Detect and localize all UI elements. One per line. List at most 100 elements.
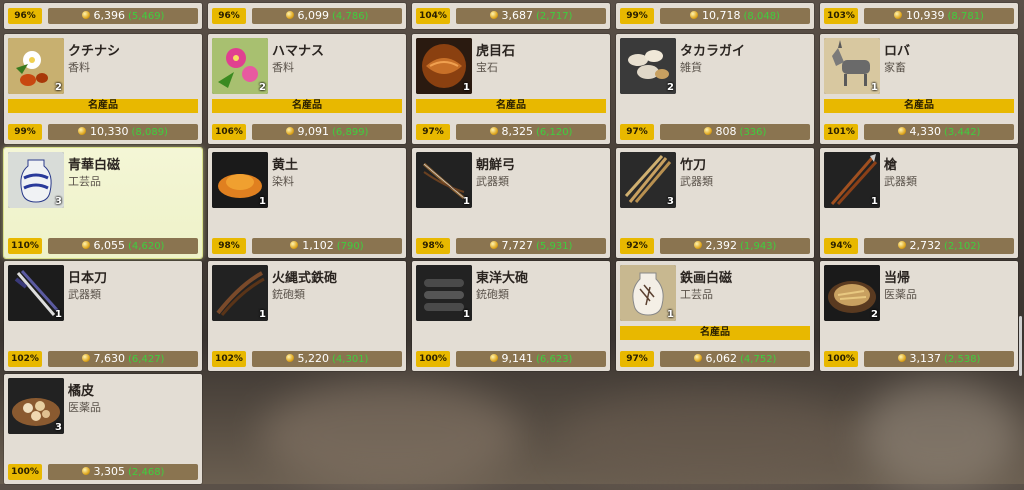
item-quantity: 3 bbox=[667, 196, 674, 207]
base-price-value: (4,752) bbox=[740, 354, 777, 365]
item-name: 黄土 bbox=[272, 158, 299, 173]
coin-icon bbox=[81, 354, 90, 362]
price-percent-badge: 102% bbox=[8, 351, 42, 367]
coin-icon bbox=[897, 127, 906, 135]
item-card[interactable]: 1 黄土染料 98% 1,102 (790) bbox=[208, 148, 406, 258]
base-price-value: (336) bbox=[739, 127, 767, 138]
cowrie-icon: 2 bbox=[620, 38, 676, 94]
coin-icon bbox=[81, 467, 90, 475]
price-box: 7,630 (6,427) bbox=[48, 351, 198, 367]
item-card[interactable]: 1 鉄画白磁 工芸品 名産品 97% 6,062 (4,752) bbox=[616, 261, 814, 371]
item-card[interactable]: 2 当帰 医薬品 100% 3,137 (2,538) bbox=[820, 261, 1018, 371]
scrollbar[interactable] bbox=[1019, 316, 1022, 376]
item-name: ロバ bbox=[884, 44, 911, 59]
item-category: 銃砲類 bbox=[272, 288, 305, 301]
price-box: 7,727 (5,931) bbox=[456, 238, 606, 254]
price-value: 4,330 bbox=[909, 125, 942, 138]
specialty-banner: 名産品 bbox=[8, 99, 198, 113]
item-name: ハマナス bbox=[272, 44, 325, 59]
item-name: タカラガイ bbox=[680, 44, 746, 59]
item-name: 虎目石 bbox=[476, 44, 516, 59]
item-card[interactable]: 1 東洋大砲 銃砲類 100% 9,141 (6,623) bbox=[412, 261, 610, 371]
price-value: 10,939 bbox=[906, 9, 945, 22]
price-value: 9,141 bbox=[501, 352, 534, 365]
item-quantity: 1 bbox=[259, 309, 266, 320]
item-card-partial[interactable]: 103% 10,939 (8,781) bbox=[820, 3, 1018, 29]
price-box: 8,325 (6,120) bbox=[456, 124, 606, 140]
item-category: 医薬品 bbox=[884, 288, 917, 301]
item-card[interactable]: 2 タカラガイ 雑貨 97% 808 (336) bbox=[616, 34, 814, 144]
item-card[interactable]: 3 竹刀 武器類 92% 2,392 (1,943) bbox=[616, 148, 814, 258]
item-category: 染料 bbox=[272, 175, 294, 188]
price-box: 808 (336) bbox=[660, 124, 810, 140]
specialty-banner: 名産品 bbox=[824, 99, 1014, 113]
angelica-icon: 2 bbox=[824, 265, 880, 321]
item-category: 武器類 bbox=[884, 175, 917, 188]
item-quantity: 1 bbox=[259, 196, 266, 207]
item-card[interactable]: 1 槍武器類 94% 2,732 (2,102) bbox=[820, 148, 1018, 258]
price-box: 6,055 (4,620) bbox=[48, 238, 198, 254]
price-value: 3,305 bbox=[93, 465, 126, 478]
coin-icon bbox=[285, 11, 294, 19]
item-quantity: 1 bbox=[463, 82, 470, 93]
price-box: 6,062 (4,752) bbox=[660, 351, 810, 367]
item-quantity: 2 bbox=[667, 82, 674, 93]
base-price-value: (3,442) bbox=[944, 127, 981, 138]
item-card[interactable]: 1 ロバ 家畜 名産品 101% 4,330 (3,442) bbox=[820, 34, 1018, 144]
price-value: 2,732 bbox=[909, 239, 942, 252]
price-value: 1,102 bbox=[302, 239, 334, 252]
item-card[interactable]: 1 虎目石 宝石 名産品 97% 8,325 (6,120) bbox=[412, 34, 610, 144]
citrus-peel-icon: 3 bbox=[8, 378, 64, 434]
price-value: 6,099 bbox=[297, 9, 330, 22]
item-card[interactable]: 2 クチナシ 香料 名産品 99% 10,330 (8,089) bbox=[4, 34, 202, 144]
price-percent-badge: 98% bbox=[212, 238, 246, 254]
base-price-value: (2,102) bbox=[944, 241, 981, 252]
item-card[interactable]: 1 日本刀 武器類 102% 7,630 (6,427) bbox=[4, 261, 202, 371]
item-category: 銃砲類 bbox=[476, 288, 509, 301]
ochre-icon: 1 bbox=[212, 152, 268, 208]
item-card[interactable]: 1 火縄式鉄砲 銃砲類 102% 5,220 (4,301) bbox=[208, 261, 406, 371]
specialty-banner: 名産品 bbox=[620, 326, 810, 340]
item-card-partial[interactable]: 96% 6,396 (5,469) bbox=[4, 3, 202, 29]
price-box: 1,102 (790) bbox=[252, 238, 402, 254]
price-value: 9,091 bbox=[297, 125, 330, 138]
price-percent-badge: 101% bbox=[824, 124, 858, 140]
price-percent-badge: 106% bbox=[212, 124, 246, 140]
bow-icon: 1 bbox=[416, 152, 472, 208]
price-percent-badge: 110% bbox=[8, 238, 42, 254]
price-box: 10,718 (8,048) bbox=[660, 8, 810, 24]
item-card[interactable]: 3 橘皮 医薬品 100% 3,305 (2,468) bbox=[4, 374, 202, 484]
coin-icon bbox=[489, 11, 498, 19]
price-box: 10,939 (8,781) bbox=[864, 8, 1014, 24]
price-percent-badge: 92% bbox=[620, 238, 654, 254]
coin-icon bbox=[693, 241, 702, 249]
spear-icon: 1 bbox=[824, 152, 880, 208]
item-card[interactable]: 3 青華白磁 工芸品 110% 6,055 (4,620) bbox=[4, 148, 202, 258]
item-quantity: 1 bbox=[871, 82, 878, 93]
coin-icon bbox=[489, 354, 498, 362]
item-card[interactable]: 2 ハマナス 香料 名産品 106% 9,091 (6,899) bbox=[208, 34, 406, 144]
price-percent-badge: 100% bbox=[824, 351, 858, 367]
item-quantity: 1 bbox=[871, 196, 878, 207]
item-category: 雑貨 bbox=[680, 61, 702, 74]
vase-icon: 1 bbox=[620, 265, 676, 321]
item-card-partial[interactable]: 96% 6,099 (4,786) bbox=[208, 3, 406, 29]
price-box: 3,687 (2,717) bbox=[456, 8, 606, 24]
base-price-value: (8,781) bbox=[947, 11, 984, 22]
coin-icon bbox=[78, 127, 87, 135]
coin-icon bbox=[897, 354, 906, 362]
item-card-partial[interactable]: 99% 10,718 (8,048) bbox=[616, 3, 814, 29]
base-price-value: (5,931) bbox=[536, 241, 573, 252]
item-quantity: 3 bbox=[55, 196, 62, 207]
base-price-value: (8,048) bbox=[743, 11, 780, 22]
price-percent-badge: 96% bbox=[212, 8, 246, 24]
price-value: 7,727 bbox=[501, 239, 534, 252]
item-card-partial[interactable]: 104% 3,687 (2,717) bbox=[412, 3, 610, 29]
price-value: 10,330 bbox=[90, 125, 129, 138]
price-box: 9,141 (6,623) bbox=[456, 351, 606, 367]
item-quantity: 2 bbox=[259, 82, 266, 93]
price-percent-badge: 100% bbox=[416, 351, 450, 367]
base-price-value: (8,089) bbox=[131, 127, 168, 138]
price-value: 8,325 bbox=[501, 125, 534, 138]
item-card[interactable]: 1 朝鮮弓 武器類 98% 7,727 (5,931) bbox=[412, 148, 610, 258]
